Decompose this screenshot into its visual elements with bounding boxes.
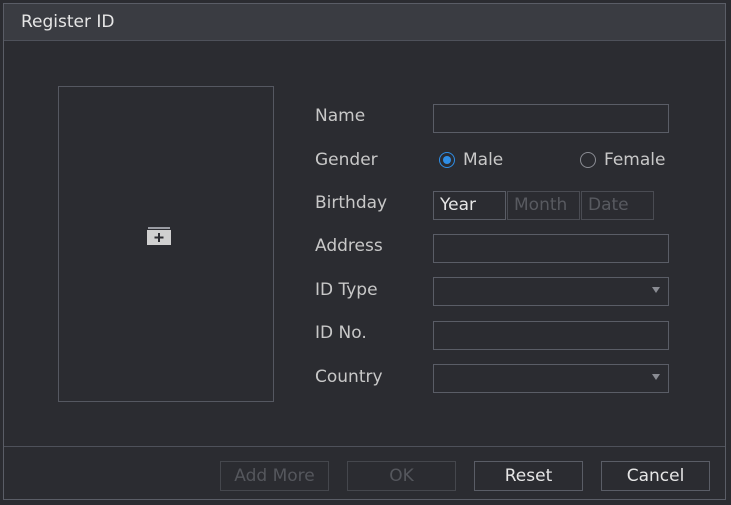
birthday-year-field[interactable]: Year	[433, 191, 506, 220]
gender-female-label: Female	[604, 150, 666, 170]
address-input[interactable]	[433, 234, 669, 263]
radio-checked-icon	[439, 152, 455, 168]
dialog-titlebar[interactable]: Register ID	[4, 4, 725, 41]
dialog-title: Register ID	[21, 12, 115, 32]
gender-male-label: Male	[463, 150, 504, 170]
name-input[interactable]	[433, 104, 669, 133]
footer-divider	[4, 446, 725, 447]
birthday-date-field: Date	[581, 191, 654, 220]
name-label: Name	[315, 106, 366, 126]
birthday-month-field: Month	[507, 191, 580, 220]
photo-area[interactable]	[58, 86, 274, 402]
gender-male-radio[interactable]: Male	[439, 150, 503, 170]
add-photo-icon[interactable]	[147, 226, 171, 245]
dropdown-arrow-icon	[652, 374, 660, 380]
id-no-label: ID No.	[315, 323, 367, 343]
radio-unchecked-icon	[580, 152, 596, 168]
dropdown-arrow-icon	[652, 287, 660, 293]
id-type-select[interactable]	[433, 277, 669, 306]
add-more-button: Add More	[220, 461, 329, 491]
register-id-dialog: Register ID Name Gender Male Female Birt…	[3, 3, 726, 500]
cancel-button[interactable]: Cancel	[601, 461, 710, 491]
birthday-label: Birthday	[315, 193, 388, 213]
id-type-label: ID Type	[315, 280, 378, 300]
country-label: Country	[315, 367, 383, 387]
ok-button: OK	[347, 461, 456, 491]
reset-button[interactable]: Reset	[474, 461, 583, 491]
address-label: Address	[315, 236, 383, 256]
gender-female-radio[interactable]: Female	[580, 150, 665, 170]
country-select[interactable]	[433, 364, 669, 393]
id-no-input[interactable]	[433, 321, 669, 350]
gender-label: Gender	[315, 150, 378, 170]
